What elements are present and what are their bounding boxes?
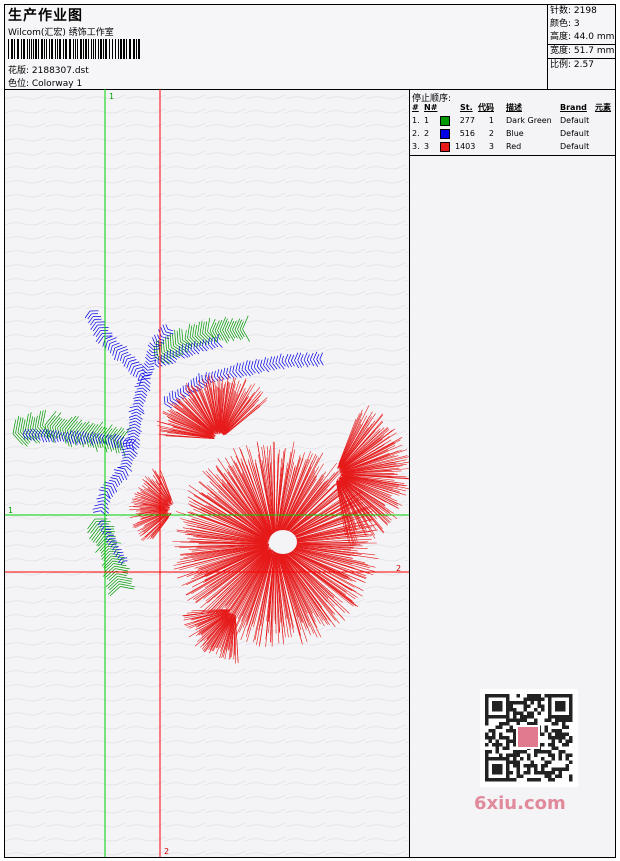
cell-description: Blue	[506, 129, 524, 138]
production-worksheet: 生产作业图 Wilcom(汇宏) 绣饰工作室 花版: 2188307.dst 色…	[4, 4, 616, 858]
stop-sequence-table: # N# St. 代码 描述 Brand 元素 1. 1 277 1 Dark Gree…	[410, 101, 615, 156]
green-horizontal-marker: 1	[8, 506, 13, 515]
stat-scale: 比例: 2.57	[550, 60, 594, 70]
cell-brand: Default	[560, 116, 590, 125]
cell-code: 1	[488, 116, 494, 125]
stats-panel: 针数: 2198 颜色: 3 高度: 44.0 mm 宽度: 51.7 mm 比…	[547, 5, 615, 89]
cell-stitches: 1403	[455, 142, 476, 151]
table-row: 3. 3 1403 3 Red Default	[410, 140, 615, 153]
red-vertical-marker: 2	[164, 847, 169, 856]
red-horizontal-marker: 2	[396, 564, 401, 573]
stat-color-count: 颜色: 3	[550, 19, 580, 29]
colorway-label: 色位: Colorway 1	[8, 79, 83, 89]
stat-stitch-count: 针数: 2198	[550, 6, 597, 16]
color-swatch	[440, 129, 450, 139]
qr-code-image	[480, 689, 578, 787]
color-swatch	[440, 142, 450, 152]
green-vertical-marker: 1	[109, 92, 114, 101]
cell-description: Red	[506, 142, 522, 151]
cell-needle: 1	[424, 116, 430, 125]
design-canvas: 1 1 2 2	[5, 89, 409, 857]
stat-height: 高度: 44.0 mm	[548, 31, 615, 45]
cell-index: 3.	[412, 142, 420, 151]
embroidery-preview: 1 1 2 2	[5, 89, 409, 857]
cell-code: 2	[488, 129, 494, 138]
cell-needle: 3	[424, 142, 430, 151]
cell-brand: Default	[560, 129, 590, 138]
worksheet-header: 生产作业图 Wilcom(汇宏) 绣饰工作室 花版: 2188307.dst 色…	[5, 5, 615, 90]
stat-width: 宽度: 51.7 mm	[548, 45, 615, 59]
cell-index: 1.	[412, 116, 420, 125]
watermark-text: 6xiu.com	[474, 793, 566, 814]
barcode-image	[8, 39, 140, 59]
color-swatch	[440, 116, 450, 126]
cell-brand: Default	[560, 142, 590, 151]
cell-stitches: 516	[459, 129, 475, 138]
company-name: Wilcom(汇宏) 绣饰工作室	[8, 28, 114, 38]
cell-code: 3	[488, 142, 494, 151]
table-row: 2. 2 516 2 Blue Default	[410, 127, 615, 140]
design-file-label: 花版: 2188307.dst	[8, 66, 89, 76]
stop-sequence-panel: 停止顺序: # N# St. 代码 描述 Brand 元素 1. 1 277 1 Dar…	[409, 89, 615, 857]
table-header-row: # N# St. 代码 描述 Brand 元素	[412, 103, 611, 112]
cell-index: 2.	[412, 129, 420, 138]
page-title: 生产作业图	[8, 8, 83, 24]
cell-description: Dark Green	[506, 116, 552, 125]
cell-stitches: 277	[459, 116, 475, 125]
table-row: 1. 1 277 1 Dark Green Default	[410, 114, 615, 127]
cell-needle: 2	[424, 129, 430, 138]
